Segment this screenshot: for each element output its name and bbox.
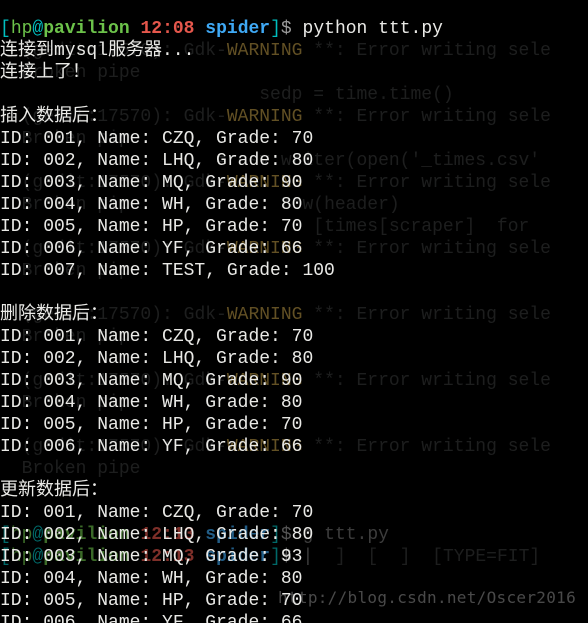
data-row: ID: 006, Name: YF, Grade: 66 xyxy=(0,239,302,259)
section-title-update: 更新数据后： xyxy=(0,481,108,501)
data-row: ID: 001, Name: CZQ, Grade: 70 xyxy=(0,327,313,347)
data-row: ID: 002, Name: LHQ, Grade: 80 xyxy=(0,151,313,171)
data-row: ID: 006, Name: YF, Grade: 66 xyxy=(0,613,302,623)
output-line: 连接到mysql服务器... xyxy=(0,41,194,61)
data-row: ID: 007, Name: TEST, Grade: 100 xyxy=(0,261,335,281)
data-row: ID: 003, Name: MQ, Grade: 93 xyxy=(0,547,302,567)
prompt-close-bracket: ] xyxy=(270,19,281,39)
data-row: ID: 005, Name: HP, Grade: 70 xyxy=(0,415,302,435)
section-title-insert: 插入数据后： xyxy=(0,107,108,127)
data-row: ID: 004, Name: WH, Grade: 80 xyxy=(0,195,302,215)
data-row: ID: 001, Name: CZQ, Grade: 70 xyxy=(0,503,313,523)
data-row: ID: 004, Name: WH, Grade: 80 xyxy=(0,569,302,589)
prompt-at: @ xyxy=(32,19,43,39)
command-text: python ttt.py xyxy=(292,19,443,39)
data-row: ID: 006, Name: YF, Grade: 66 xyxy=(0,437,302,457)
terminal[interactable]: (gedit:17570): Gdk-WARNING **: Error wri… xyxy=(0,0,588,623)
data-row: ID: 002, Name: LHQ, Grade: 80 xyxy=(0,349,313,369)
watermark: http://blog.csdn.net/Oscer2016 xyxy=(278,587,576,609)
prompt-dollar: $ xyxy=(281,19,292,39)
prompt-time: 12:08 xyxy=(140,19,194,39)
section-title-delete: 删除数据后： xyxy=(0,305,108,325)
prompt-line[interactable]: [hp@pavilion 12:08 spider]$ python ttt.p… xyxy=(0,19,443,39)
data-row: ID: 004, Name: WH, Grade: 80 xyxy=(0,393,302,413)
prompt-open-bracket: [ xyxy=(0,19,11,39)
output-line: 连接上了！ xyxy=(0,63,90,83)
data-row: ID: 005, Name: HP, Grade: 70 xyxy=(0,217,302,237)
data-row: ID: 003, Name: MQ, Grade: 90 xyxy=(0,371,302,391)
data-row: ID: 005, Name: HP, Grade: 70 xyxy=(0,591,302,611)
prompt-user: hp xyxy=(11,19,33,39)
data-row: ID: 003, Name: MQ, Grade: 90 xyxy=(0,173,302,193)
data-row: ID: 001, Name: CZQ, Grade: 70 xyxy=(0,129,313,149)
data-row: ID: 002, Name: LHQ, Grade: 80 xyxy=(0,525,313,545)
prompt-dir: spider xyxy=(205,19,270,39)
prompt-host: pavilion xyxy=(43,19,129,39)
terminal-output: [hp@pavilion 12:08 spider]$ python ttt.p… xyxy=(0,18,588,623)
